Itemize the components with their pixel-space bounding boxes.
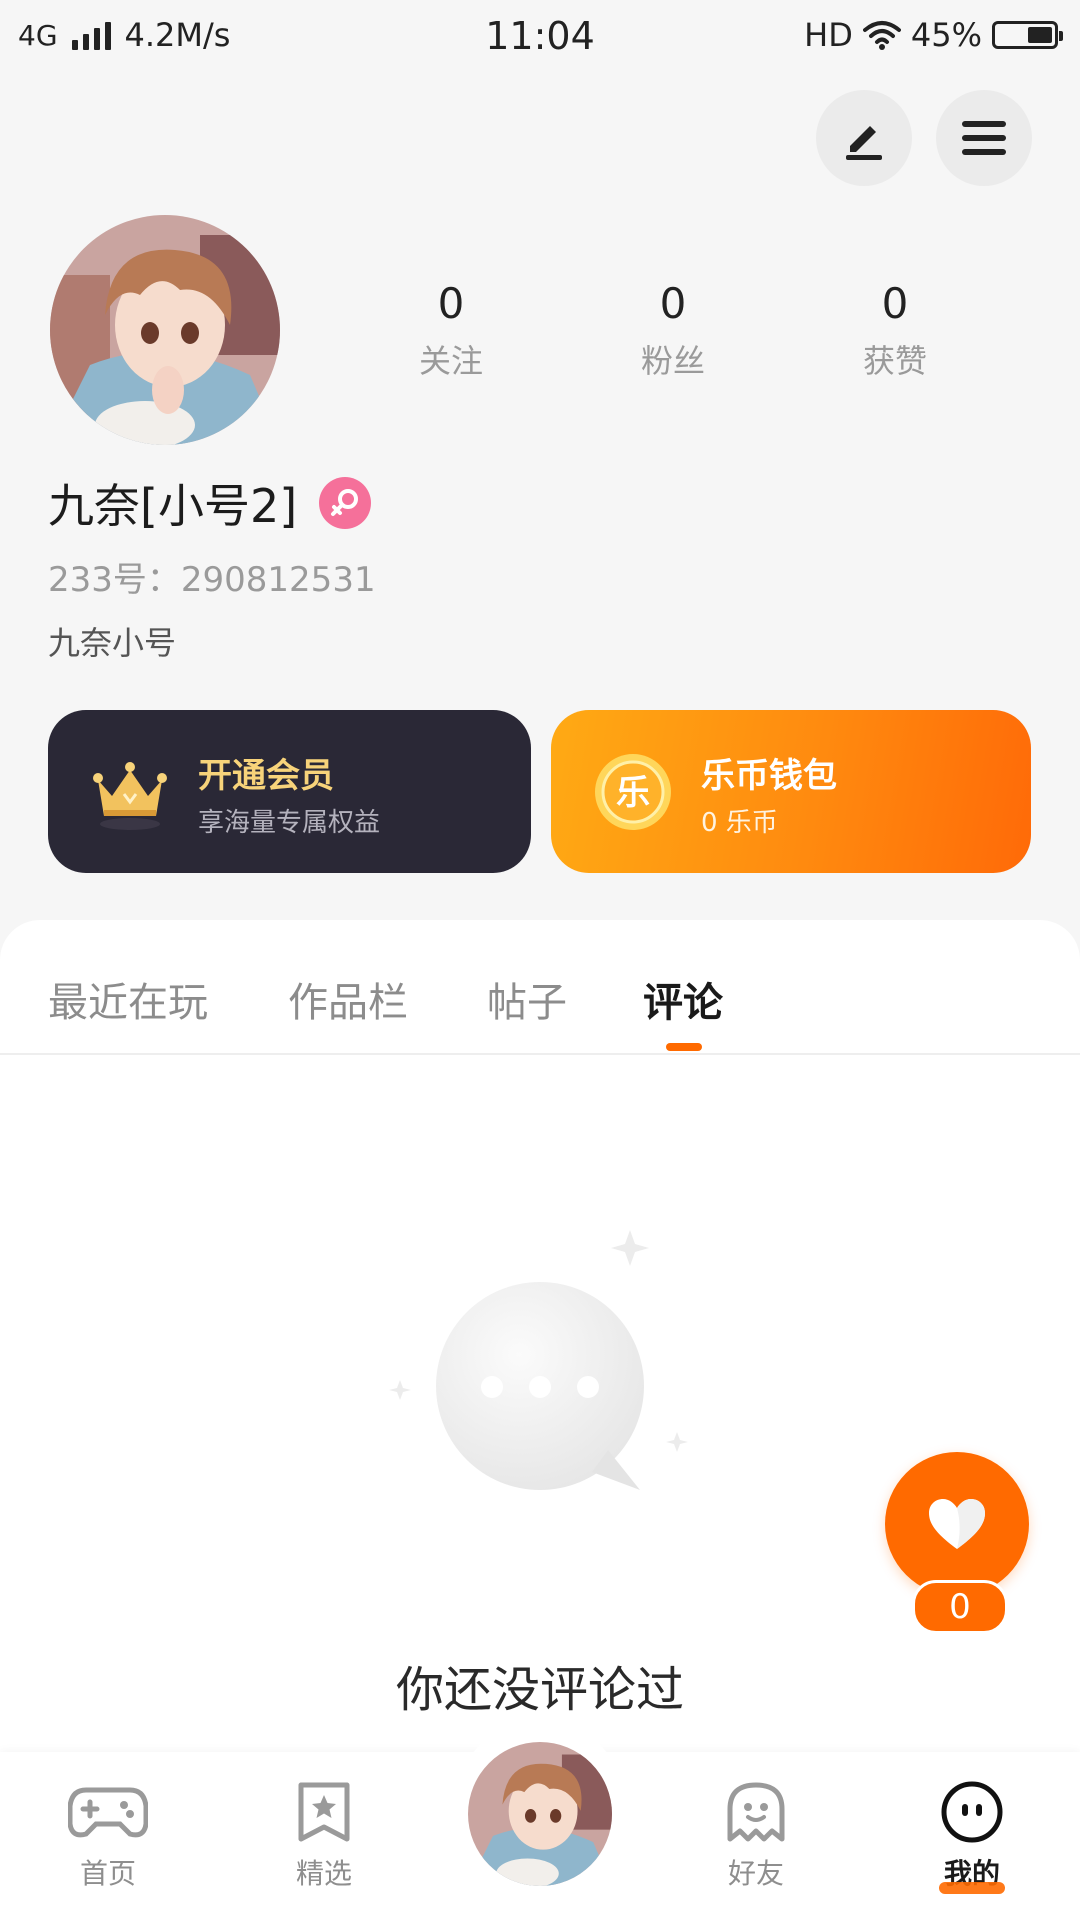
fans-label: 粉丝 (640, 342, 705, 380)
pen-icon (846, 126, 882, 160)
female-icon (319, 477, 372, 529)
nav-center-avatar[interactable] (468, 1742, 612, 1886)
battery-percent: 45% (910, 16, 982, 54)
nav-mine[interactable]: 我的 (902, 1780, 1042, 1894)
likes-count: 0 (881, 279, 909, 328)
likes-label: 获赞 (862, 342, 927, 380)
hd-indicator: HD (804, 16, 853, 54)
tab-posts[interactable]: 帖子 (487, 970, 567, 1028)
menu-button[interactable] (936, 90, 1032, 186)
stat-likes[interactable]: 0 获赞 (784, 278, 1006, 382)
crown-icon (93, 762, 167, 830)
user-id: 233号：290812531 (48, 560, 376, 600)
like-count-badge: 0 (912, 1580, 1008, 1634)
nav-friends-label: 好友 (727, 1857, 784, 1890)
menu-icon (962, 121, 1006, 155)
bottom-nav: 首页 精选 好友 我的 (0, 1720, 1080, 1920)
tab-works[interactable]: 作品栏 (288, 970, 408, 1028)
tab-comments[interactable]: 评论 (643, 970, 723, 1028)
bio: 九奈小号 (48, 624, 177, 662)
status-bar: 4G 4.2M/s 11:04 HD 45% (0, 0, 1080, 76)
nav-featured-label: 精选 (295, 1857, 352, 1890)
profile-tabs: 最近在玩 作品栏 帖子 评论 (0, 920, 1080, 1055)
edit-profile-button[interactable] (816, 90, 912, 186)
active-nav-underline (939, 1882, 1005, 1894)
profile-stats: 0 关注 0 粉丝 0 获赞 (340, 278, 1040, 382)
fans-count: 0 (659, 279, 687, 328)
vip-subtitle: 享海量专属权益 (198, 808, 381, 838)
ghost-icon (727, 1782, 785, 1842)
svg-text:乐: 乐 (616, 773, 650, 813)
like-fab[interactable] (885, 1452, 1029, 1596)
stat-fans[interactable]: 0 粉丝 (562, 278, 784, 382)
nav-home[interactable]: 首页 (38, 1780, 178, 1892)
stat-following[interactable]: 0 关注 (340, 278, 562, 382)
vip-card[interactable]: 开通会员 享海量专属权益 (48, 710, 531, 873)
following-count: 0 (437, 279, 465, 328)
avatar[interactable] (50, 215, 280, 445)
active-tab-indicator (666, 1043, 702, 1051)
tab-recent-played[interactable]: 最近在玩 (48, 970, 208, 1028)
nav-featured[interactable]: 精选 (254, 1780, 394, 1892)
following-label: 关注 (418, 342, 483, 380)
face-icon (941, 1781, 1003, 1843)
chat-bubble-icon (389, 1230, 688, 1490)
star-bookmark-icon (298, 1782, 350, 1842)
coin-icon: 乐 (595, 754, 671, 830)
nickname-row: 九奈[小号2] (48, 470, 372, 536)
empty-state-text: 你还没评论过 (395, 1662, 684, 1718)
nav-home-label: 首页 (79, 1857, 136, 1890)
wallet-title: 乐币钱包 (701, 756, 837, 796)
nickname: 九奈[小号2] (48, 479, 298, 533)
wifi-icon (862, 21, 901, 50)
avatar-image (468, 1742, 612, 1886)
vip-title: 开通会员 (198, 756, 334, 796)
battery-icon (992, 21, 1063, 49)
wallet-card[interactable]: 乐 乐币钱包 0 乐币 (551, 710, 1031, 873)
avatar-image (50, 215, 280, 445)
gamepad-icon (68, 1787, 148, 1838)
heart-icon (929, 1499, 985, 1549)
nav-friends[interactable]: 好友 (686, 1780, 826, 1892)
wallet-balance: 0 乐币 (701, 808, 778, 838)
